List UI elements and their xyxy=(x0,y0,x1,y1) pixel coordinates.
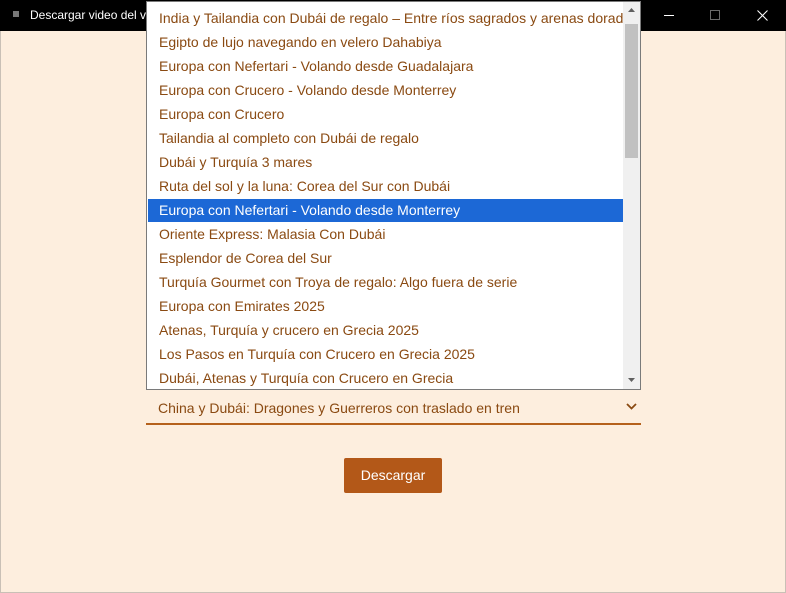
scroll-up-button[interactable] xyxy=(623,2,640,19)
dropdown-option[interactable]: India y Tailandia con Dubái de regalo – … xyxy=(148,7,638,30)
window-border-left xyxy=(0,31,1,593)
dropdown-option[interactable]: Atenas, Turquía y crucero en Grecia 2025 xyxy=(148,319,623,342)
minimize-button[interactable] xyxy=(646,0,692,31)
close-button[interactable] xyxy=(740,0,786,31)
select-value: China y Dubái: Dragones y Guerreros con … xyxy=(158,400,520,416)
arrow-up-icon xyxy=(628,8,635,12)
close-icon xyxy=(757,10,768,21)
dropdown-option[interactable]: Oriente Express: Malasia Con Dubái xyxy=(148,223,623,246)
dropdown-option[interactable]: Esplendor de Corea del Sur xyxy=(148,247,623,270)
dropdown-option[interactable]: Europa con Crucero xyxy=(148,103,623,126)
dropdown-option[interactable]: Turquía Gourmet con Troya de regalo: Alg… xyxy=(148,271,623,294)
app-icon xyxy=(13,11,19,17)
dropdown-list[interactable]: India y Tailandia con Dubái de regalo – … xyxy=(146,1,641,390)
dropdown-scrollbar[interactable] xyxy=(623,2,640,389)
maximize-button[interactable] xyxy=(692,0,738,31)
chevron-down-icon xyxy=(626,403,637,410)
dropdown-option[interactable]: Los Pasos en Turquía con Crucero en Grec… xyxy=(148,343,623,366)
dropdown-option[interactable]: Europa con Nefertari - Volando desde Gua… xyxy=(148,55,623,78)
dropdown-option[interactable]: Egipto de lujo navegando en velero Dahab… xyxy=(148,31,623,54)
dropdown-option[interactable]: Europa con Crucero - Volando desde Monte… xyxy=(148,79,623,102)
dropdown-option[interactable]: Dubái y Turquía 3 mares xyxy=(148,151,623,174)
scroll-thumb[interactable] xyxy=(625,24,638,158)
dropdown-option[interactable]: Europa con Emirates 2025 xyxy=(148,295,623,318)
download-button[interactable]: Descargar xyxy=(344,458,442,493)
dropdown-option[interactable]: Europa con Nefertari - Volando desde Mon… xyxy=(148,199,623,222)
dropdown-option[interactable]: Dubái, Atenas y Turquía con Crucero en G… xyxy=(148,367,623,389)
video-select[interactable]: China y Dubái: Dragones y Guerreros con … xyxy=(146,390,641,425)
dropdown-option[interactable]: Ruta del sol y la luna: Corea del Sur co… xyxy=(148,175,623,198)
arrow-down-icon xyxy=(628,378,635,382)
scroll-down-button[interactable] xyxy=(623,372,640,389)
dropdown-option[interactable]: Tailandia al completo con Dubái de regal… xyxy=(148,127,623,150)
window-title: Descargar video del vi xyxy=(30,8,146,22)
